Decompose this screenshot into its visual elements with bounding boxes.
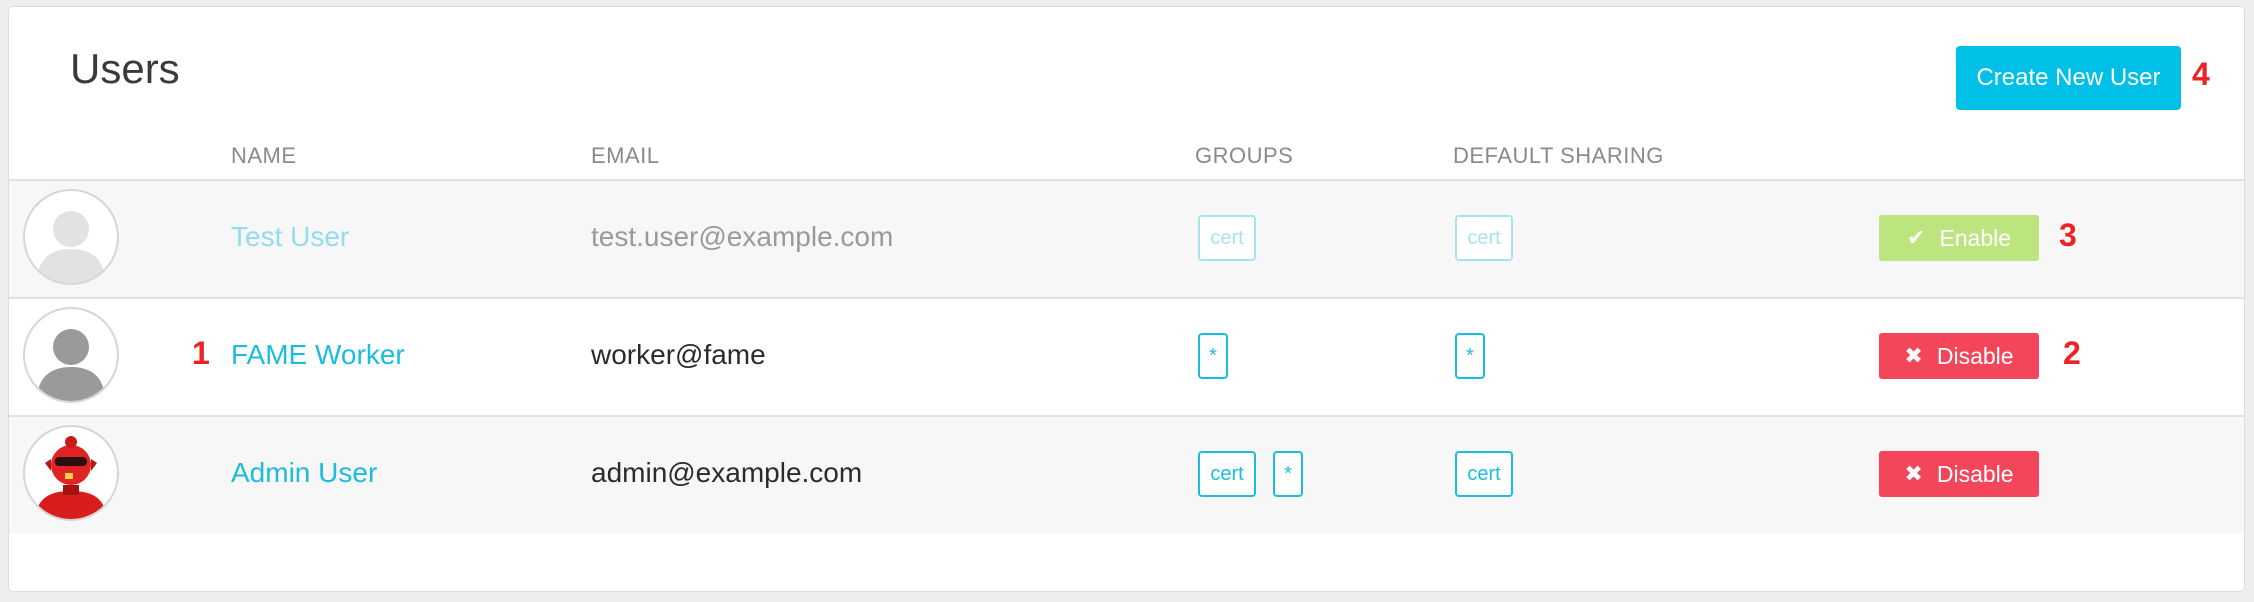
page-title: Users (70, 45, 180, 92)
check-icon: ✔ (1906, 225, 1926, 250)
enable-label: Enable (1939, 224, 2012, 251)
column-header-email: EMAIL (591, 143, 660, 168)
user-name-link[interactable]: Admin User (231, 457, 377, 489)
disable-label: Disable (1936, 460, 2014, 487)
avatar (23, 307, 119, 403)
group-tag: cert (1198, 451, 1256, 497)
column-header-name: NAME (231, 143, 297, 168)
disable-user-button[interactable]: ✖ Disable (1879, 451, 2039, 497)
user-email: admin@example.com (591, 457, 863, 488)
annotation-marker-3: 3 (2059, 217, 2077, 253)
annotation-marker-2: 2 (2063, 335, 2081, 371)
sharing-tag: cert (1455, 215, 1513, 261)
table-row: 1 FAME Worker worker@fame * * ✖ Disable … (9, 299, 2244, 415)
annotation-marker-1: 1 (192, 335, 210, 371)
enable-user-button[interactable]: ✔ Enable (1879, 215, 2039, 261)
group-tag: cert (1198, 215, 1256, 261)
user-email: worker@fame (591, 339, 766, 370)
sharing-tag: cert (1455, 451, 1513, 497)
avatar (23, 425, 119, 521)
sharing-tag: * (1455, 333, 1485, 379)
table-row: Test User test.user@example.com cert cer… (9, 181, 2244, 297)
table-row: Admin User admin@example.com cert * cert… (9, 417, 2244, 533)
column-header-groups: GROUPS (1195, 143, 1294, 168)
disable-user-button[interactable]: ✖ Disable (1879, 333, 2039, 379)
column-header-default-sharing: DEFAULT SHARING (1453, 143, 1664, 168)
group-tag: * (1198, 333, 1228, 379)
user-email: test.user@example.com (591, 221, 894, 252)
user-name-link[interactable]: FAME Worker (231, 339, 405, 371)
avatar (23, 189, 119, 285)
user-silhouette-icon (37, 211, 105, 283)
user-name-link[interactable]: Test User (231, 221, 349, 253)
create-new-user-button[interactable]: Create New User (1956, 46, 2181, 110)
red-robot-avatar-icon (35, 436, 107, 519)
group-tag: * (1273, 451, 1303, 497)
annotation-marker-4: 4 (2192, 56, 2210, 92)
disable-label: Disable (1936, 342, 2014, 369)
user-silhouette-icon (37, 329, 105, 401)
x-icon: ✖ (1904, 343, 1923, 368)
users-panel: Users Create New User NAME EMAIL GROUPS … (8, 6, 2245, 592)
x-icon: ✖ (1904, 461, 1923, 486)
